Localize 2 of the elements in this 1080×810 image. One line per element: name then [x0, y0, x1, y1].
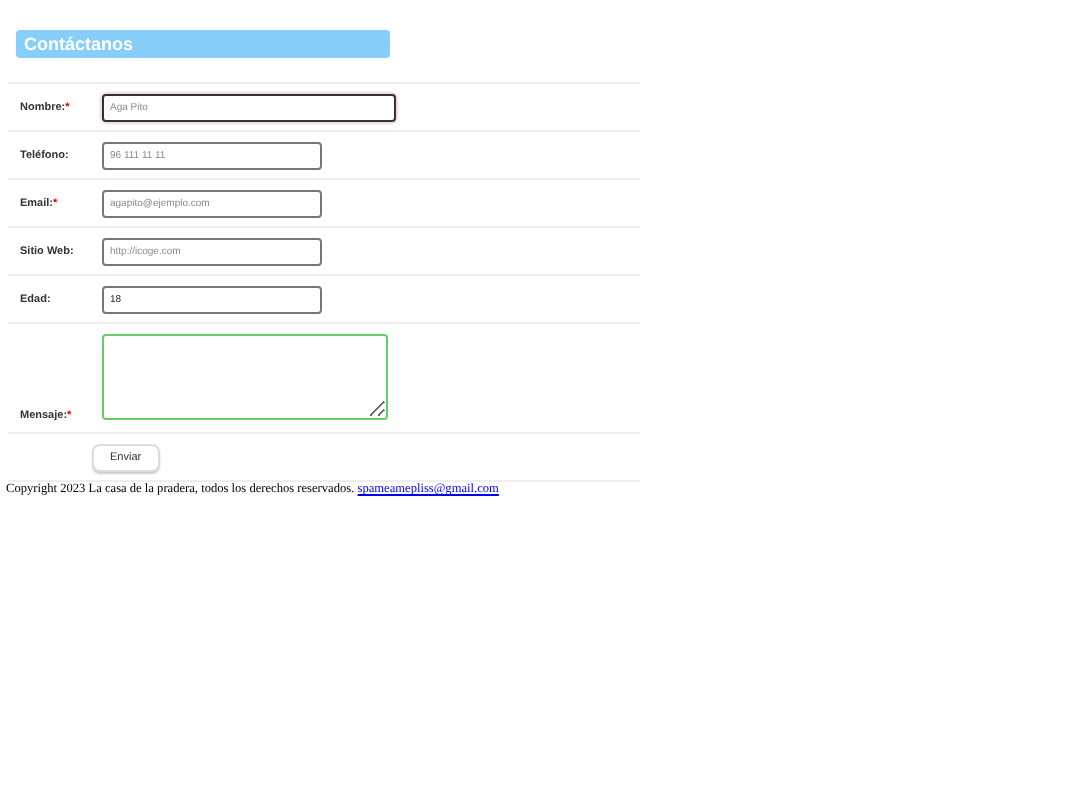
- message-field[interactable]: [102, 334, 388, 420]
- form-title: Contáctanos: [16, 30, 390, 58]
